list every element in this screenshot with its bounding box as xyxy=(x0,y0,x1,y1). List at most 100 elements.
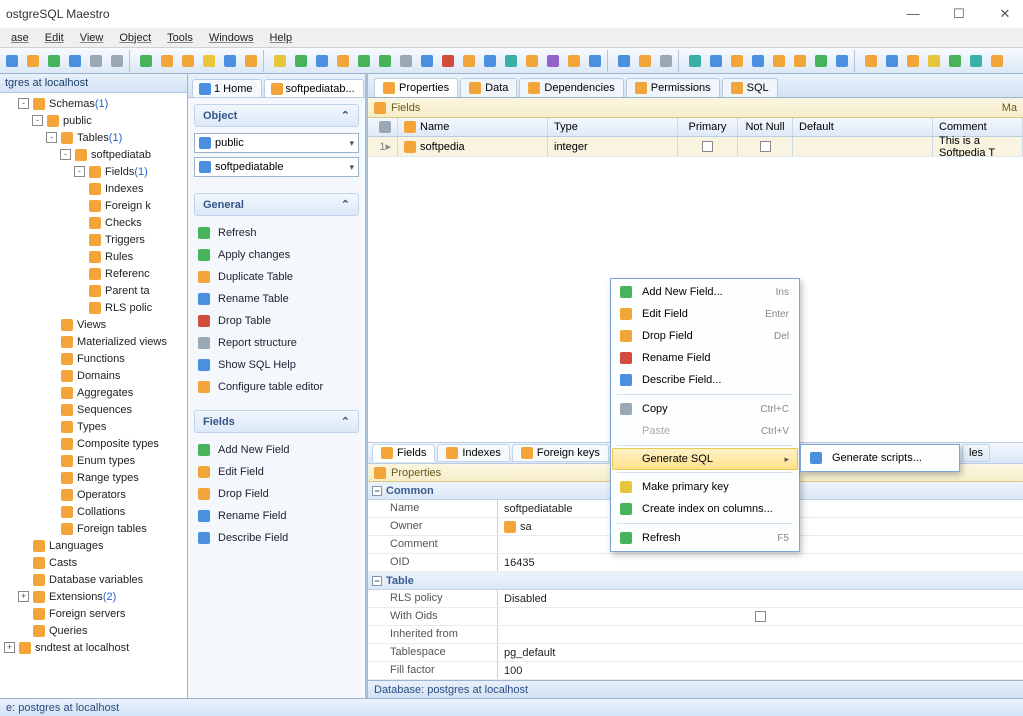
tree-item[interactable]: Views xyxy=(0,316,187,333)
tree-item[interactable]: Range types xyxy=(0,469,187,486)
toolbar-button[interactable] xyxy=(375,51,395,71)
tree-item[interactable]: -softpediatab xyxy=(0,146,187,163)
tree-item[interactable]: Indexes xyxy=(0,180,187,197)
action-rename-table[interactable]: Rename Table xyxy=(194,288,359,310)
schema-combo[interactable]: public▾ xyxy=(194,133,359,153)
toolbar-button[interactable] xyxy=(543,51,563,71)
sub-tab-foreign-keys[interactable]: Foreign keys xyxy=(512,444,609,462)
ctx-add-new-field-[interactable]: Add New Field...Ins xyxy=(613,281,797,303)
tree-item[interactable]: -Tables (1) xyxy=(0,129,187,146)
tree-item[interactable]: Triggers xyxy=(0,231,187,248)
minimize-button[interactable]: — xyxy=(899,6,927,22)
action-refresh[interactable]: Refresh xyxy=(194,222,359,244)
toolbar-button[interactable] xyxy=(706,51,726,71)
menu-edit[interactable]: Edit xyxy=(37,30,72,46)
editor-tab[interactable]: 1 Home xyxy=(192,79,262,97)
ctx-generate-scripts[interactable]: Generate scripts... xyxy=(803,447,957,469)
prop-row[interactable]: Tablespacepg_default xyxy=(368,644,1023,662)
toolbar-button[interactable] xyxy=(656,51,676,71)
toolbar-button[interactable] xyxy=(312,51,332,71)
toolbar-button[interactable] xyxy=(396,51,416,71)
tree-item[interactable]: Referenc xyxy=(0,265,187,282)
tree-item[interactable]: Enum types xyxy=(0,452,187,469)
action-rename-field[interactable]: Rename Field xyxy=(194,505,359,527)
tree-item[interactable]: -Fields (1) xyxy=(0,163,187,180)
toolbar-button[interactable] xyxy=(727,51,747,71)
tree-item[interactable]: Aggregates xyxy=(0,384,187,401)
toolbar-button[interactable] xyxy=(614,51,634,71)
toolbar-button[interactable] xyxy=(44,51,64,71)
sub-tab-fields[interactable]: Fields xyxy=(372,444,435,462)
tree-item[interactable]: Collations xyxy=(0,503,187,520)
menu-view[interactable]: View xyxy=(72,30,112,46)
schema-combo[interactable]: softpediatable▾ xyxy=(194,157,359,177)
toolbar-button[interactable] xyxy=(354,51,374,71)
toolbar-button[interactable] xyxy=(270,51,290,71)
menu-tools[interactable]: Tools xyxy=(159,30,201,46)
section-object[interactable]: Object ⌃ xyxy=(194,104,359,127)
action-apply-changes[interactable]: Apply changes xyxy=(194,244,359,266)
menu-help[interactable]: Help xyxy=(261,30,300,46)
tree-item[interactable]: -public xyxy=(0,112,187,129)
tree-item[interactable]: Database variables xyxy=(0,571,187,588)
tree-item[interactable]: Functions xyxy=(0,350,187,367)
ctx-generate-sql[interactable]: Generate SQL▸ xyxy=(612,448,798,470)
toolbar-button[interactable] xyxy=(438,51,458,71)
table-row[interactable]: 1 ▸ softpedia integer This is a Softpedi… xyxy=(368,137,1023,157)
tree-item[interactable]: Sequences xyxy=(0,401,187,418)
toolbar-button[interactable] xyxy=(107,51,127,71)
section-general[interactable]: General ⌃ xyxy=(194,193,359,216)
main-tab-properties[interactable]: Properties xyxy=(374,78,458,97)
main-tab-sql[interactable]: SQL xyxy=(722,78,778,97)
toolbar-button[interactable] xyxy=(157,51,177,71)
ctx-describe-field-[interactable]: Describe Field... xyxy=(613,369,797,391)
tree-item[interactable]: Types xyxy=(0,418,187,435)
tree-item[interactable]: Domains xyxy=(0,367,187,384)
toolbar-button[interactable] xyxy=(333,51,353,71)
toolbar-button[interactable] xyxy=(903,51,923,71)
close-button[interactable]: ✕ xyxy=(991,6,1019,22)
toolbar-button[interactable] xyxy=(769,51,789,71)
tree-item[interactable]: Foreign k xyxy=(0,197,187,214)
main-tab-data[interactable]: Data xyxy=(460,78,517,97)
primary-checkbox[interactable] xyxy=(702,141,713,152)
ctx-create-index-on-columns-[interactable]: Create index on columns... xyxy=(613,498,797,520)
toolbar-button[interactable] xyxy=(501,51,521,71)
action-configure-table-editor[interactable]: Configure table editor xyxy=(194,376,359,398)
main-tab-permissions[interactable]: Permissions xyxy=(626,78,720,97)
prop-row[interactable]: RLS policyDisabled xyxy=(368,590,1023,608)
tree-item[interactable]: Operators xyxy=(0,486,187,503)
object-tree[interactable]: -Schemas (1)-public-Tables (1)-softpedia… xyxy=(0,93,187,698)
tree-item[interactable]: Rules xyxy=(0,248,187,265)
toolbar-button[interactable] xyxy=(23,51,43,71)
toolbar-button[interactable] xyxy=(65,51,85,71)
toolbar-button[interactable] xyxy=(178,51,198,71)
main-tab-dependencies[interactable]: Dependencies xyxy=(519,78,623,97)
toolbar-button[interactable] xyxy=(417,51,437,71)
maximize-button[interactable]: ☐ xyxy=(945,6,973,22)
context-menu[interactable]: Add New Field...InsEdit FieldEnterDrop F… xyxy=(610,278,800,552)
ctx-refresh[interactable]: RefreshF5 xyxy=(613,527,797,549)
action-drop-table[interactable]: Drop Table xyxy=(194,310,359,332)
ctx-copy[interactable]: CopyCtrl+C xyxy=(613,398,797,420)
tree-item[interactable]: +sndtest at localhost xyxy=(0,639,187,656)
action-describe-field[interactable]: Describe Field xyxy=(194,527,359,549)
toolbar-button[interactable] xyxy=(291,51,311,71)
toolbar-button[interactable] xyxy=(685,51,705,71)
toolbar-button[interactable] xyxy=(811,51,831,71)
tree-item[interactable]: Casts xyxy=(0,554,187,571)
toolbar-button[interactable] xyxy=(459,51,479,71)
sub-tab-les[interactable]: les xyxy=(962,444,990,462)
toolbar-button[interactable] xyxy=(480,51,500,71)
tree-item[interactable]: -Schemas (1) xyxy=(0,95,187,112)
prop-row[interactable]: Fill factor100 xyxy=(368,662,1023,680)
sub-tab-indexes[interactable]: Indexes xyxy=(437,444,510,462)
tree-item[interactable]: Queries xyxy=(0,622,187,639)
toolbar-button[interactable] xyxy=(748,51,768,71)
toolbar-button[interactable] xyxy=(585,51,605,71)
toolbar-button[interactable] xyxy=(2,51,22,71)
menu-object[interactable]: Object xyxy=(111,30,159,46)
editor-tab[interactable]: softpediatab... xyxy=(264,79,364,97)
toolbar-button[interactable] xyxy=(945,51,965,71)
toolbar-button[interactable] xyxy=(790,51,810,71)
